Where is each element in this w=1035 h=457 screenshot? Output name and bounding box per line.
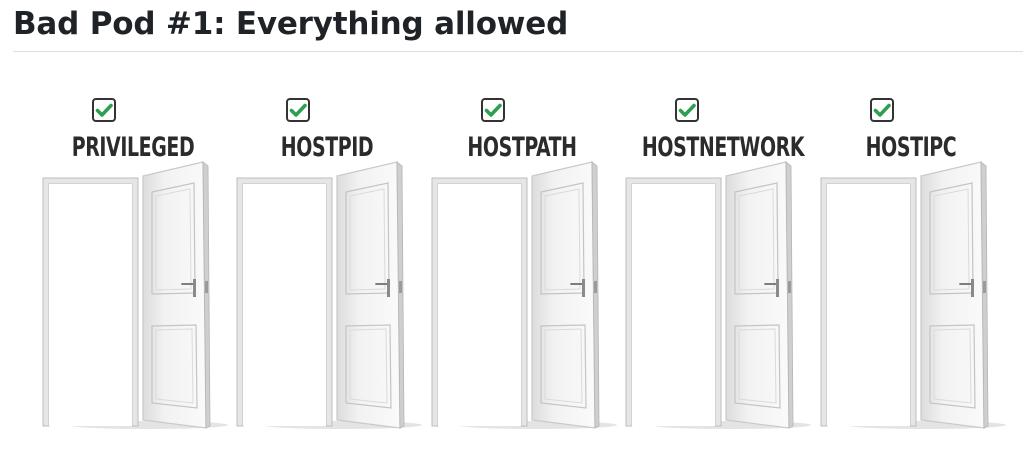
checkbox-checked-icon [675, 98, 699, 122]
open-door-icon [820, 161, 1006, 429]
door-hostpath: HOSTPATH [427, 56, 617, 451]
door-hostnetwork: HOSTNETWORK [621, 56, 811, 451]
door-privileged: PRIVILEGED [38, 56, 228, 451]
page-title: Bad Pod #1: Everything allowed [13, 6, 569, 42]
door-hostipc: HOSTIPC [816, 56, 1006, 451]
open-door-icon [42, 161, 228, 429]
checkbox-checked-icon [481, 98, 505, 122]
door-hostpid: HOSTPID [232, 56, 422, 451]
open-door-icon [431, 161, 617, 429]
open-door-icon [236, 161, 422, 429]
checkbox-checked-icon [92, 98, 116, 122]
title-divider [13, 51, 1023, 52]
doors-illustration: PRIVILEGED HOSTPID HOSTPATH HOSTNETWORK … [0, 56, 1035, 456]
checkbox-checked-icon [870, 98, 894, 122]
open-door-icon [625, 161, 811, 429]
checkbox-checked-icon [286, 98, 310, 122]
